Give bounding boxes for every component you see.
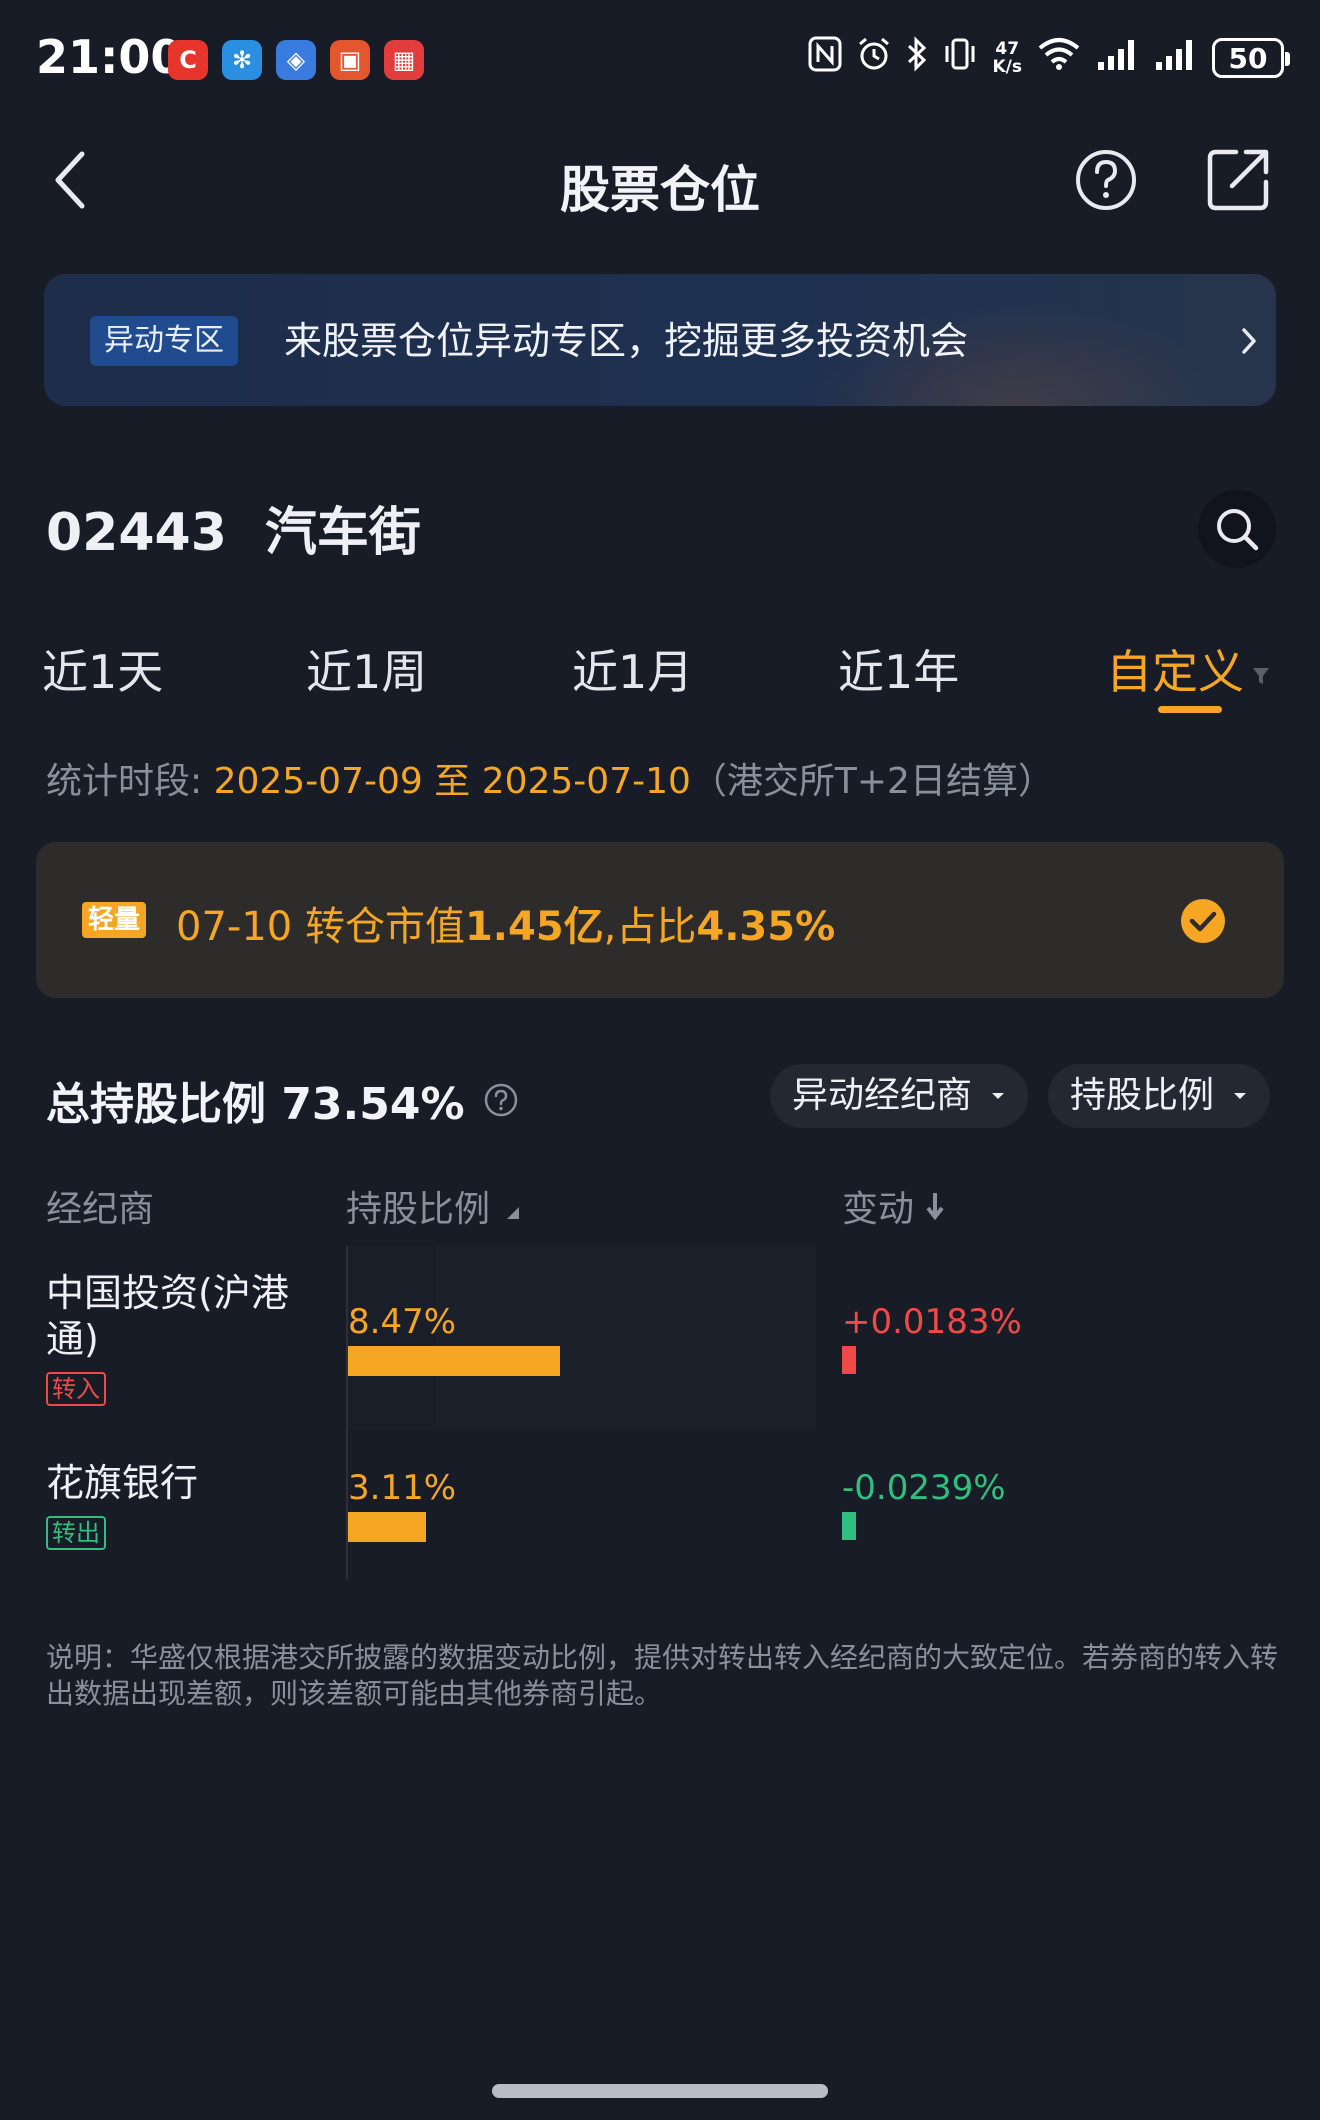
period-start: 2025-07-09 [213,761,423,802]
tab-1-day[interactable]: 近1天 [42,636,163,702]
anomaly-zone-banner[interactable]: 异动专区 来股票仓位异动专区，挖掘更多投资机会 [44,274,1276,406]
active-tab-indicator [1158,706,1222,713]
alert-text-b: ,占比 [603,904,697,950]
nfc-icon [808,36,842,80]
alert-value-a: 1.45亿 [464,904,604,950]
vibrate-icon [942,36,978,80]
alert-date: 07-10 [176,904,293,950]
store-app-icon: ▦ [384,40,424,80]
tplink-app-icon: ✻ [222,40,262,80]
banner-badge: 异动专区 [90,316,238,366]
question-circle-icon [1076,150,1136,210]
period-sep: 至 [422,761,482,802]
info-question-icon[interactable] [483,1082,519,1118]
wifi-icon [1036,36,1082,80]
status-indicators: 47 K/s 50 [808,36,1290,80]
shield-app-icon: ◈ [276,40,316,80]
holding-ratio-bar [348,1346,560,1376]
home-indicator[interactable] [492,2084,828,2098]
share-button[interactable] [1206,146,1272,212]
col-ratio-label: 持股比例 [346,1189,491,1230]
change-value: -0.0239% [842,1468,1006,1508]
tab-custom-label: 自定义 [1106,645,1244,699]
broker-name: 中国投资(沪港通) [46,1271,289,1361]
total-holding: 总持股比例 73.54% [46,1068,519,1132]
table-row[interactable]: 花旗银行 转出 3.11% -0.0239% [0,1430,1320,1580]
tab-1-month[interactable]: 近1月 [572,636,693,702]
alert-value-b: 4.35% [696,904,836,950]
alert-text: 07-10 转仓市值1.45亿,占比4.35% [176,894,835,952]
holding-ratio: 8.47% [348,1302,457,1342]
signal-icon-2 [1154,36,1198,80]
status-bar: 21:00 C ✻ ◈ ▣ ▦ 47 K/s 50 [0,0,1320,120]
filter-icon [1253,667,1269,684]
status-time: 21:00 [36,30,183,84]
search-icon [1217,509,1259,551]
period-end: 2025-07-10 [481,761,691,802]
col-change-header[interactable]: 变动 [842,1180,946,1232]
table-row[interactable]: 中国投资(沪港通) 转入 8.47% +0.0183% [0,1246,1320,1430]
holding-ratio: 3.11% [348,1468,457,1508]
battery-icon: 50 [1212,38,1290,78]
battery-level: 50 [1228,41,1268,75]
change-value: +0.0183% [842,1302,1022,1342]
tab-1-year[interactable]: 近1年 [838,636,959,702]
transfer-alert-card[interactable]: 轻量 07-10 转仓市值1.45亿,占比4.35% [36,842,1284,998]
change-bar [842,1512,856,1540]
tv-app-icon: ▣ [330,40,370,80]
broker-filter-dropdown[interactable]: 异动经纪商 [770,1064,1029,1128]
col-ratio-header[interactable]: 持股比例 [346,1180,520,1232]
search-button[interactable] [1198,490,1276,568]
app-header: 股票仓位 [0,120,1320,240]
broker-filter-label: 异动经纪商 [792,1075,973,1116]
check-circle-icon[interactable] [1180,898,1226,944]
transfer-out-tag: 转出 [46,1516,106,1550]
arrow-down-icon [926,1193,944,1221]
col-change-label: 变动 [842,1189,915,1230]
sort-asc-icon [507,1207,520,1219]
alert-text-a: 转仓市值 [292,904,465,950]
period-label: 统计时段: [46,761,214,802]
tab-1-week[interactable]: 近1周 [306,636,427,702]
net-speed-unit: K/s [992,57,1022,77]
change-bar [842,1346,856,1374]
holding-ratio-bar [348,1512,426,1542]
transfer-in-tag: 转入 [46,1372,106,1406]
chevron-right-icon [1242,328,1256,354]
stock-info: 02443 汽车街 [46,490,421,565]
period-suffix: （港交所T+2日结算） [690,761,1054,802]
stock-name: 汽车街 [264,503,421,563]
signal-icon-1 [1096,36,1140,80]
share-icon [1207,149,1269,211]
sort-filter-dropdown[interactable]: 持股比例 [1048,1064,1271,1128]
broker-name: 花旗银行 [46,1461,199,1505]
net-speed-value: 47 [995,39,1020,59]
period-tabs: 近1天 近1周 近1月 近1年 自定义 [0,636,1320,716]
caret-down-icon [992,1093,1005,1099]
help-button[interactable] [1074,148,1138,212]
light-badge: 轻量 [82,902,147,938]
total-holding-label: 总持股比例 73.54% [46,1079,465,1130]
stock-code: 02443 [46,503,227,563]
disclaimer-note: 说明：华盛仅根据港交所披露的数据变动比例，提供对转出转入经纪商的大致定位。若券商… [46,1641,1279,1710]
net-speed: 47 K/s [992,40,1022,76]
banner-text: 来股票仓位异动专区，挖掘更多投资机会 [284,319,969,363]
col-broker-header: 经纪商 [46,1189,155,1230]
sort-filter-label: 持股比例 [1070,1075,1215,1116]
caret-down-icon [1234,1093,1247,1099]
bluetooth-icon [906,36,928,80]
status-app-icons: C ✻ ◈ ▣ ▦ [168,40,424,80]
tab-custom[interactable]: 自定义 [1106,636,1270,702]
alarm-icon [856,36,892,80]
c-app-icon: C [168,40,208,80]
statistics-period: 统计时段: 2025-07-09 至 2025-07-10（港交所T+2日结算） [46,752,1054,804]
